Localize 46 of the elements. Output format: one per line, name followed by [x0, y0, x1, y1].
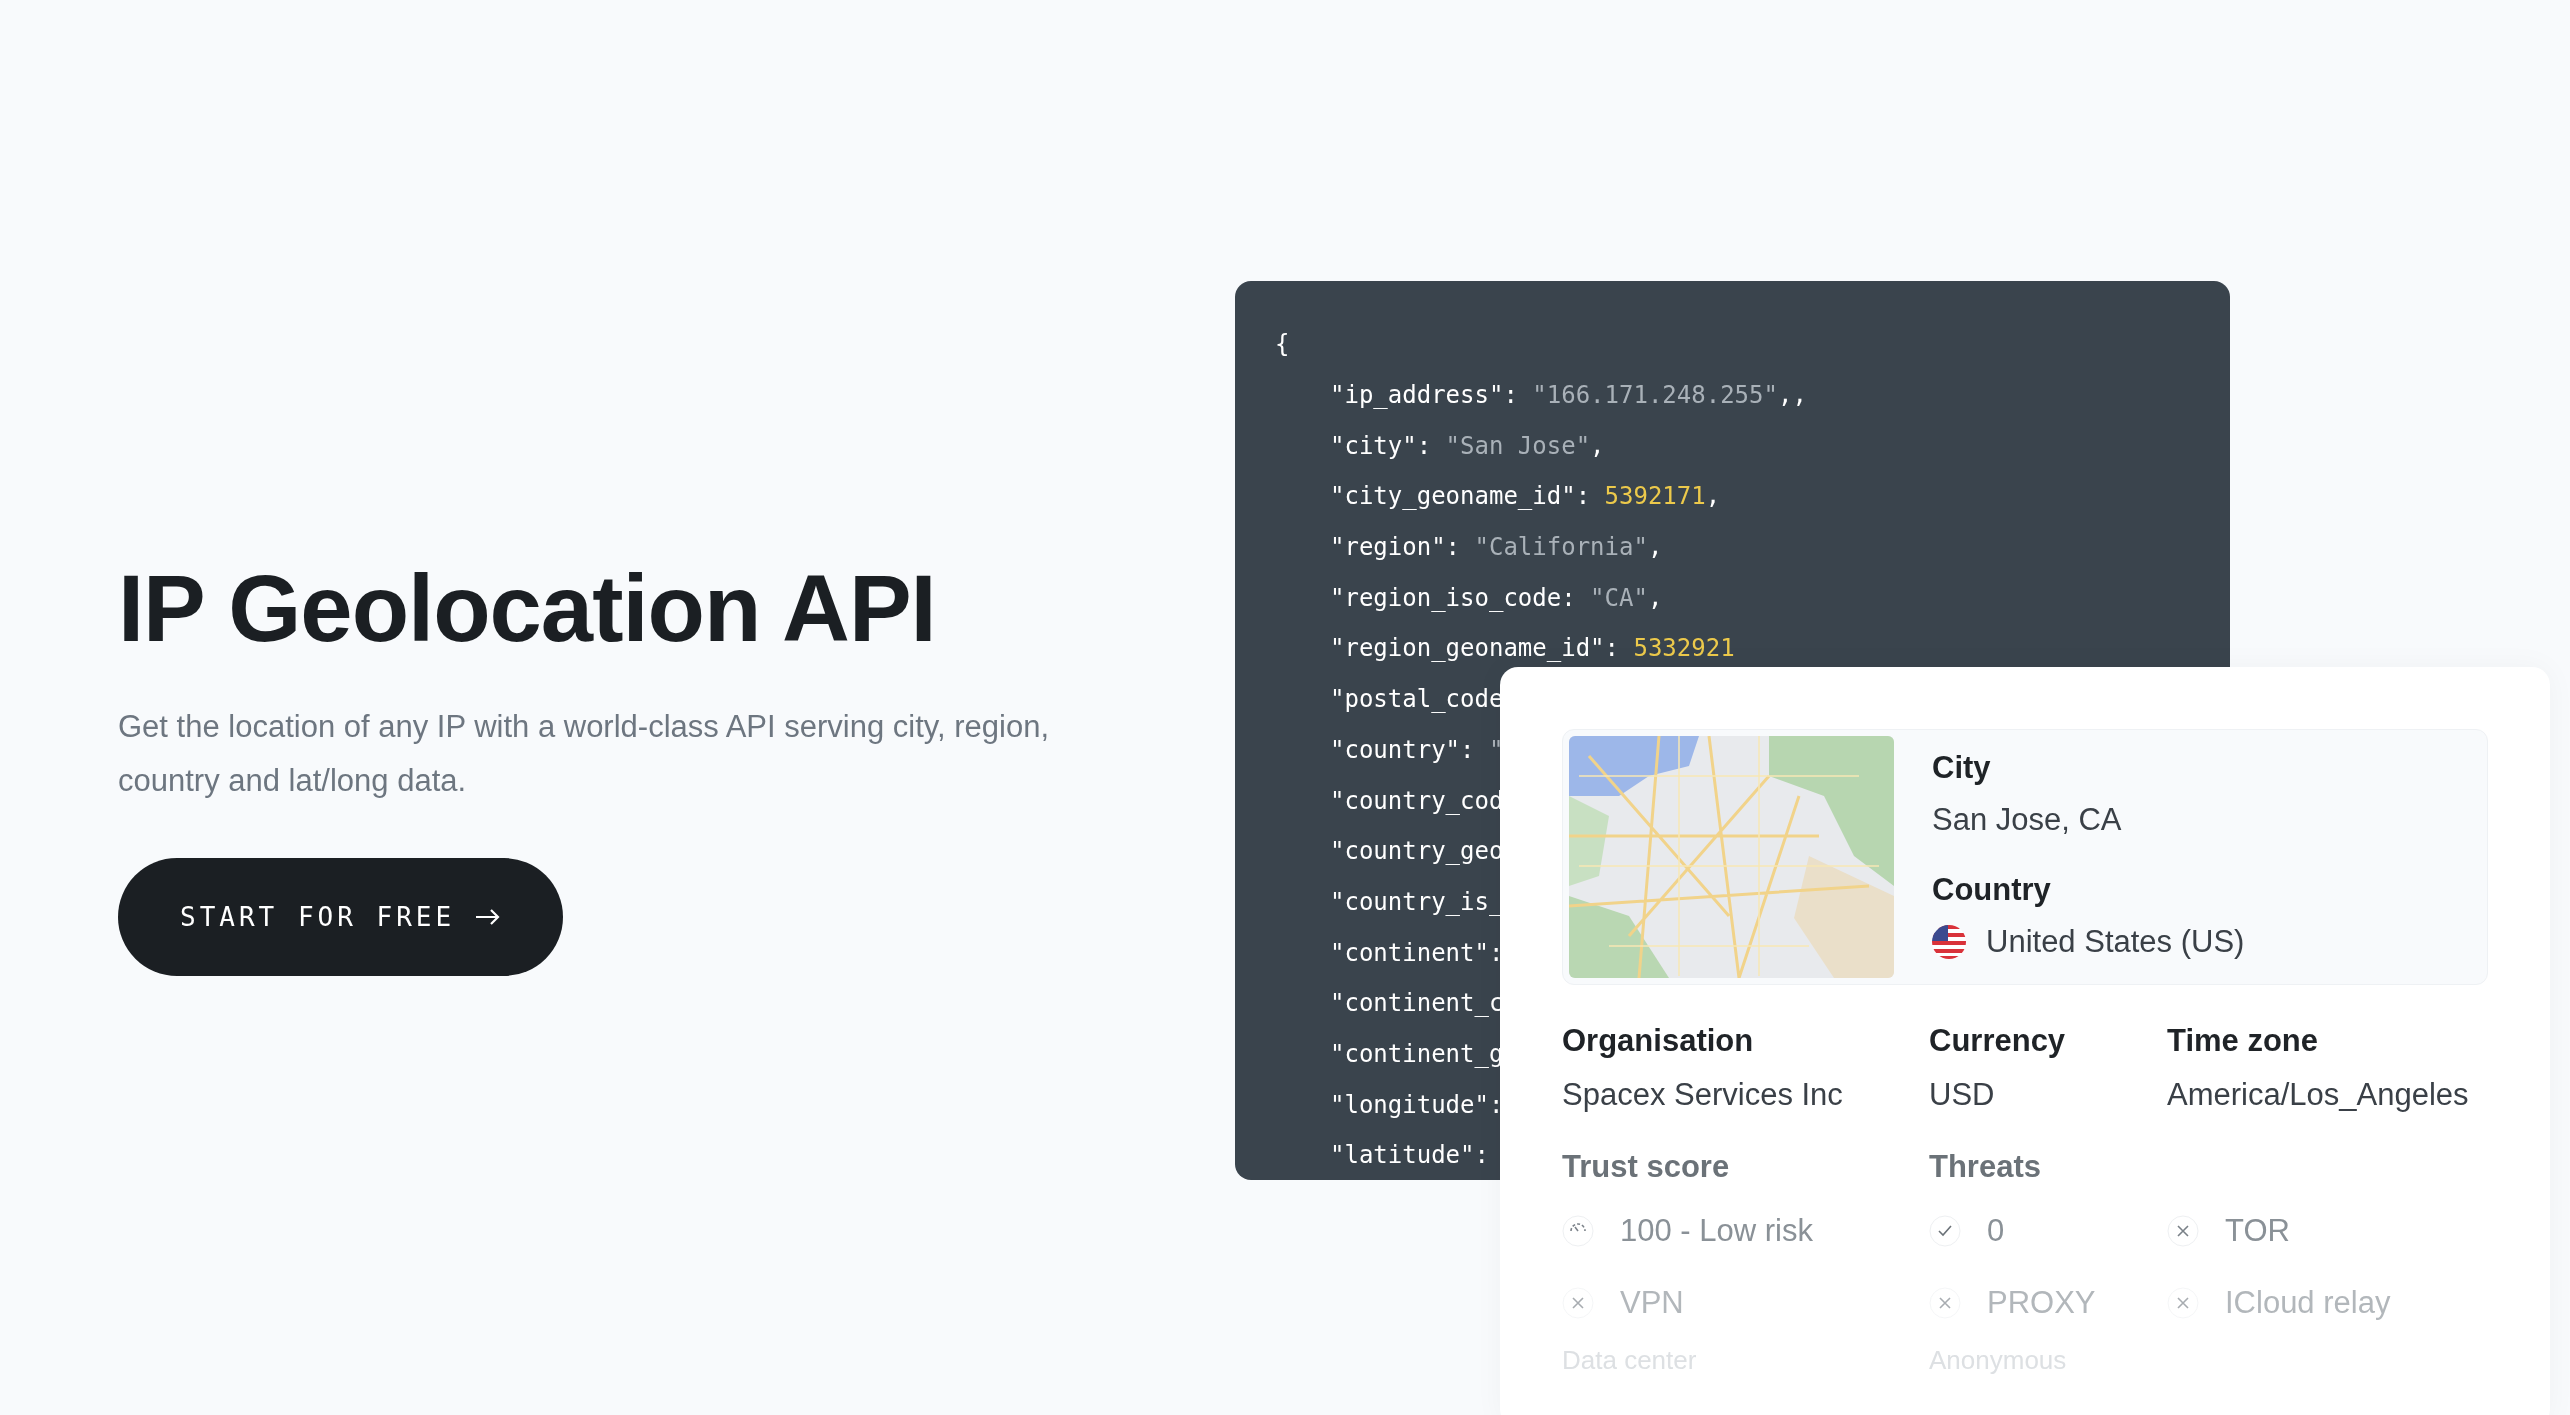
gauge-icon: [1562, 1215, 1594, 1247]
code-line: "region": "California",: [1330, 533, 1663, 562]
fact-label: Organisation: [1562, 1022, 1755, 1060]
code-line: "country_is_: [1330, 887, 1504, 916]
page-subtitle: Get the location of any IP with a world-class API serving city, region, country and lat/long data.: [118, 707, 1050, 800]
fact-value: Spacex Services Inc: [1562, 1076, 1844, 1114]
code-line: "city_geoname_id": 5392171,: [1330, 482, 1721, 511]
country-label: Country: [1932, 871, 2052, 909]
indicator-label: TOR: [2225, 1213, 2290, 1249]
section-label: Trust score: [1562, 1148, 1731, 1186]
page-title: IP Geolocation API: [118, 555, 937, 663]
cross-icon: [2167, 1287, 2199, 1319]
code-line: "city": "San Jose",: [1330, 431, 1605, 460]
country-value: United States (US): [1986, 923, 2245, 961]
code-line: "continent_g: [1330, 1039, 1504, 1068]
code-line: "region_geoname_id": 5332921: [1330, 634, 1735, 663]
check-icon: [1929, 1215, 1961, 1247]
flag-icon: [1932, 925, 1966, 959]
indicator-label: VPN: [1620, 1285, 1684, 1321]
code-line: "country_geo: [1330, 837, 1504, 866]
section-label: Threats: [1929, 1148, 2042, 1186]
code-line: "postal_code: [1330, 685, 1504, 714]
arrow-icon: [475, 907, 502, 926]
indicator-label: 0: [1987, 1213, 2005, 1249]
fact-label: Time zone: [2167, 1022, 2320, 1060]
code-line: "region_iso_code: "CA",: [1330, 583, 1663, 612]
fact-value: America/Los_Angeles: [2167, 1076, 2470, 1114]
code-line: "longitude":: [1330, 1090, 1504, 1119]
code-brace: {: [1275, 330, 1290, 359]
city-label: City: [1932, 749, 1992, 787]
code-line: "latitude":: [1330, 1141, 1489, 1170]
code-line: "ip_address": "166.171.248.255",,: [1330, 381, 1807, 410]
start-button[interactable]: START FOR FREE: [118, 857, 564, 976]
indicator-label: ICloud relay: [2225, 1285, 2391, 1321]
cross-icon: [1929, 1287, 1961, 1319]
fact-value: USD: [1929, 1076, 1996, 1114]
code-line: "continent":: [1330, 938, 1504, 967]
cross-icon: [2167, 1215, 2199, 1247]
indicator-label: 100 - Low risk: [1620, 1213, 1813, 1249]
indicator-label: PROXY: [1987, 1285, 2096, 1321]
code-line: "country": ": [1330, 735, 1504, 764]
city-value: San Jose, CA: [1932, 801, 2123, 839]
code-line: "continent_c: [1330, 989, 1504, 1018]
fact-label: Currency: [1929, 1022, 2067, 1060]
code-line: "country_cod: [1330, 786, 1504, 815]
cross-icon: [1562, 1287, 1594, 1319]
